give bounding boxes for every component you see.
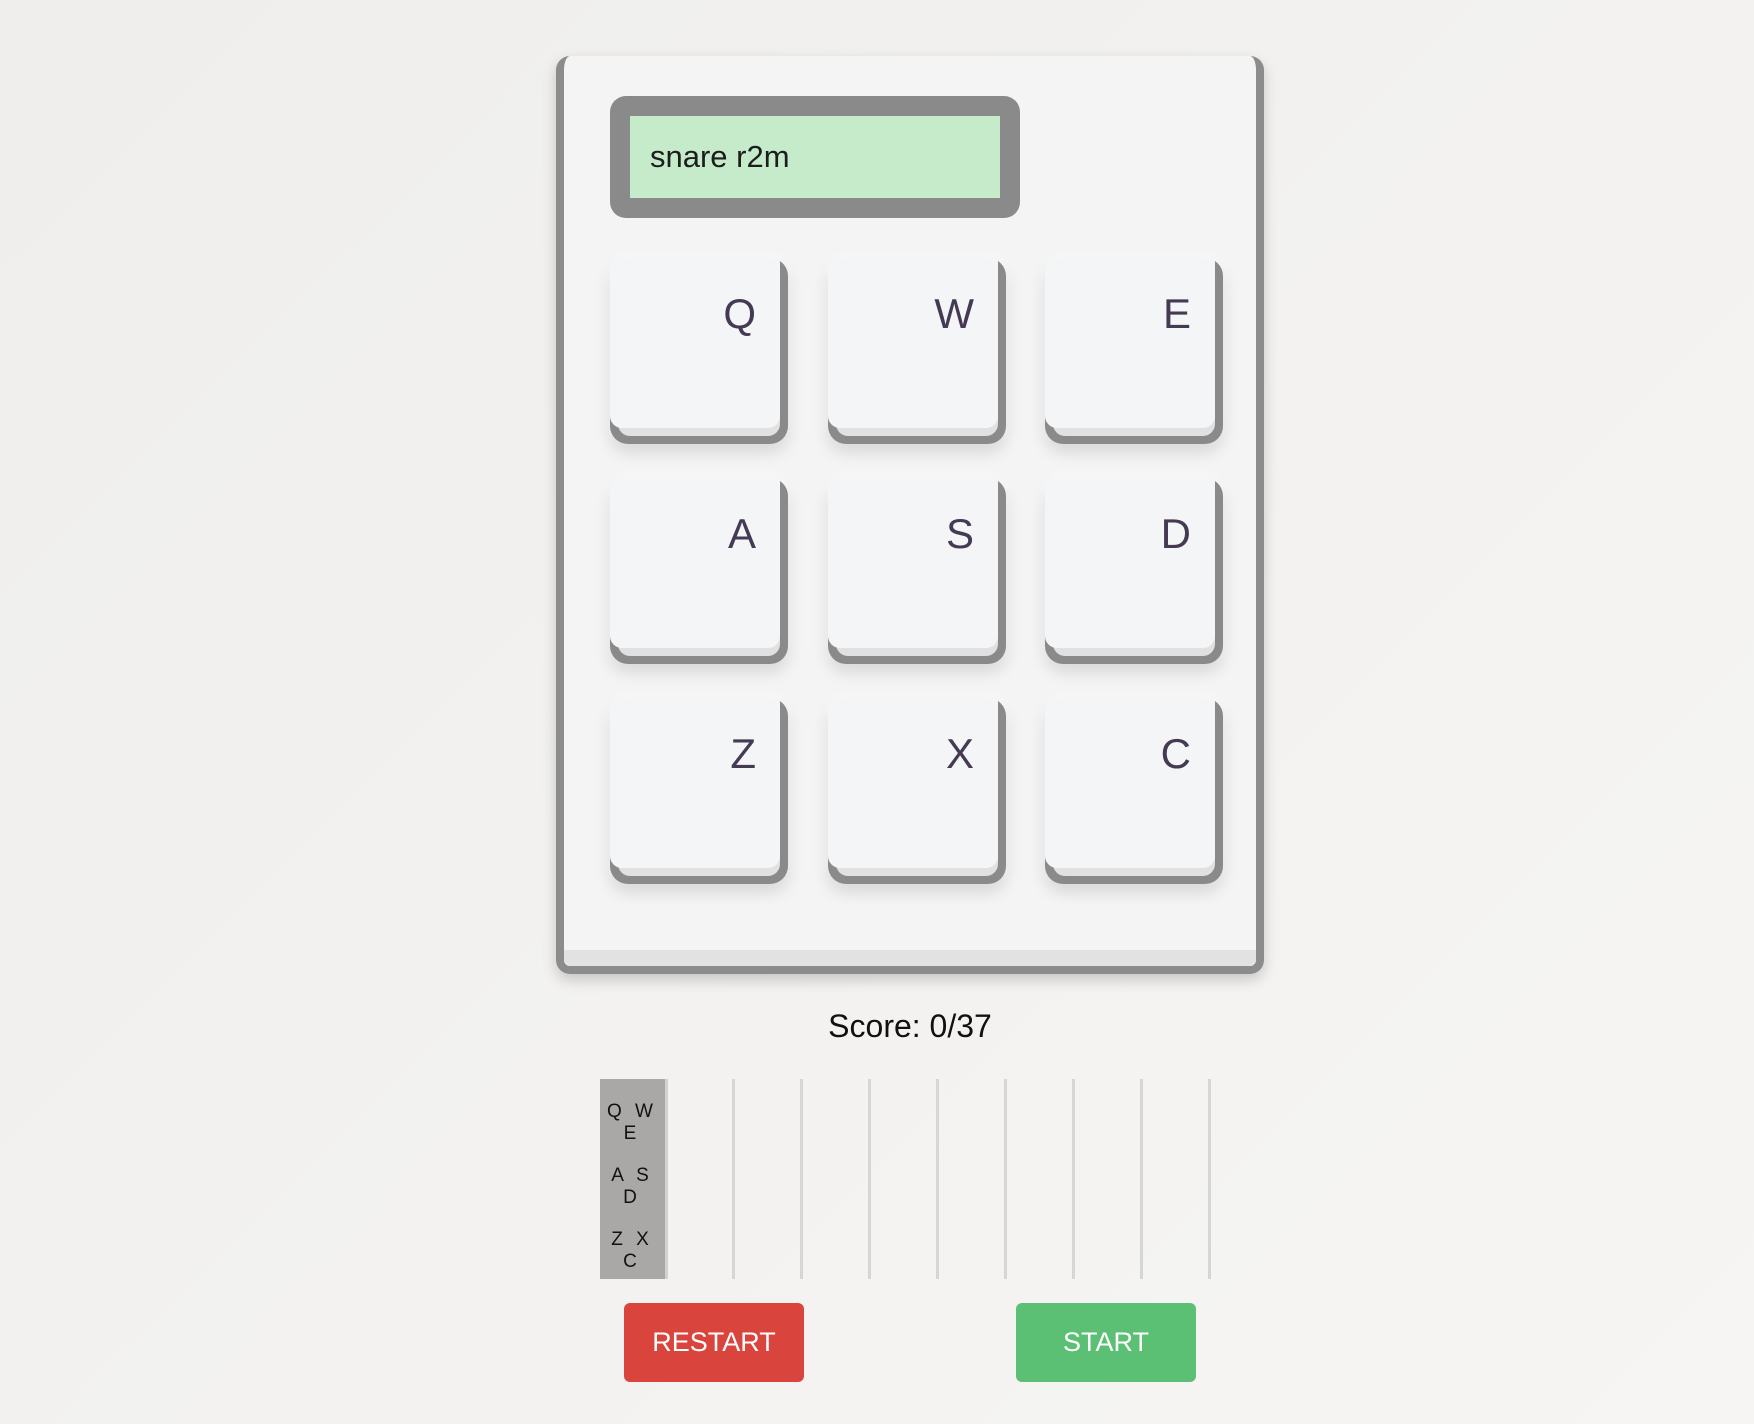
key-q[interactable]: Q xyxy=(610,258,788,444)
key-label: C xyxy=(1160,730,1191,777)
key-c[interactable]: C xyxy=(1045,698,1223,884)
key-map-row: A S D xyxy=(611,1165,653,1208)
key-e[interactable]: E xyxy=(1045,258,1223,444)
step-divider xyxy=(1140,1079,1143,1279)
key-s[interactable]: S xyxy=(828,478,1006,664)
key-map-row: Q W E xyxy=(607,1101,657,1144)
step-divider xyxy=(1004,1079,1007,1279)
score-text: Score: 0/37 xyxy=(828,1008,992,1044)
step-divider xyxy=(936,1079,939,1279)
key-map-row: Z X C xyxy=(611,1229,653,1272)
display-frame: snare r2m xyxy=(610,96,1020,218)
key-label: Q xyxy=(723,290,756,337)
sequencer-track: Q W E A S D Z X C xyxy=(600,1079,1212,1279)
step-divider xyxy=(800,1079,803,1279)
key-a[interactable]: A xyxy=(610,478,788,664)
step-divider xyxy=(732,1079,735,1279)
key-label: S xyxy=(945,510,974,557)
key-label: Z xyxy=(730,730,756,777)
display-screen: snare r2m xyxy=(630,116,1000,198)
step-divider xyxy=(1072,1079,1075,1279)
key-x[interactable]: X xyxy=(828,698,1006,884)
key-w[interactable]: W xyxy=(828,258,1006,444)
key-label: D xyxy=(1160,510,1191,557)
drum-pad-device: snare r2m Q W E A S D Z X C xyxy=(556,56,1264,974)
key-z[interactable]: Z xyxy=(610,698,788,884)
step-divider xyxy=(868,1079,871,1279)
key-label: W xyxy=(934,290,974,337)
display-text: snare r2m xyxy=(650,139,790,174)
key-label: X xyxy=(945,730,974,777)
key-d[interactable]: D xyxy=(1045,478,1223,664)
restart-button[interactable]: RESTART xyxy=(624,1303,804,1382)
key-label: E xyxy=(1162,290,1191,337)
key-label: A xyxy=(727,510,756,557)
start-button[interactable]: START xyxy=(1016,1303,1196,1382)
step-divider xyxy=(1208,1079,1211,1279)
key-map-column: Q W E A S D Z X C xyxy=(600,1079,668,1279)
